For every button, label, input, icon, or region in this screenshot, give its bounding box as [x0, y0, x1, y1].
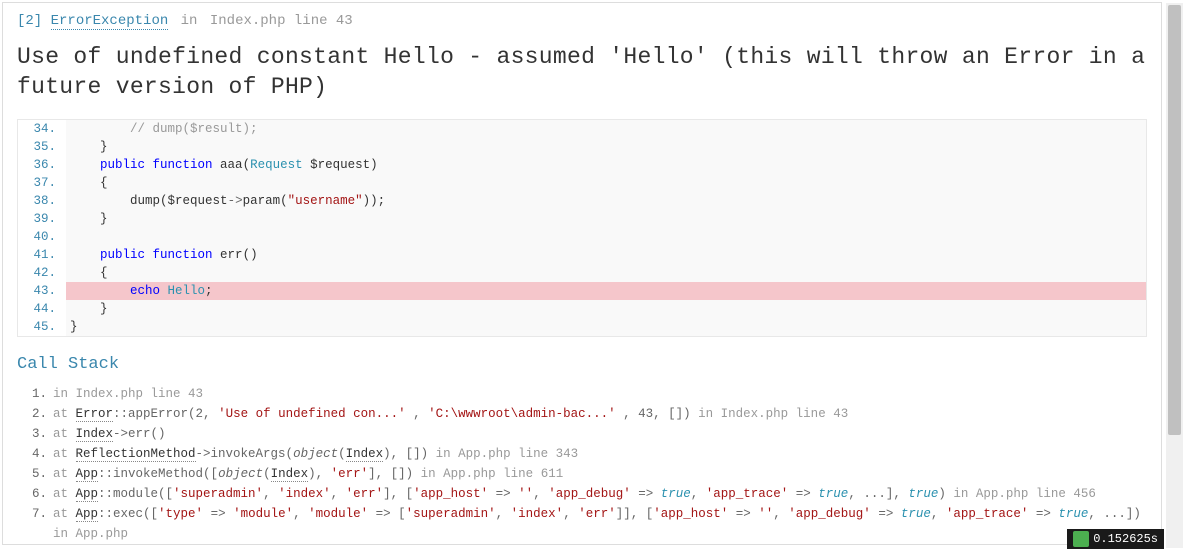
stack-number: 6. — [31, 484, 53, 504]
in-label: in — [181, 13, 198, 29]
scrollbar-thumb[interactable] — [1168, 5, 1181, 435]
stack-body: line 139 — [53, 544, 1147, 545]
line-number: 39. — [18, 210, 66, 228]
line-number: 40. — [18, 228, 66, 246]
leaf-icon — [1073, 531, 1089, 547]
exception-link[interactable]: ErrorException — [51, 13, 169, 30]
class-link[interactable]: App — [76, 487, 99, 502]
stack-body: at App::module(['superadmin', 'index', '… — [53, 484, 1147, 504]
stack-item: 1.in Index.php line 43 — [31, 384, 1147, 404]
line-number: 42. — [18, 264, 66, 282]
stack-item: line 139 — [31, 544, 1147, 545]
code-line: 43. echo Hello; — [18, 282, 1146, 300]
stack-item: 6.at App::module(['superadmin', 'index',… — [31, 484, 1147, 504]
stack-body: at Error::appError(2, 'Use of undefined … — [53, 404, 1147, 424]
code-line: 37. { — [18, 174, 1146, 192]
stack-item: 7.at App::exec(['type' => 'module', 'mod… — [31, 504, 1147, 544]
stack-number: 5. — [31, 464, 53, 484]
code-content: public function aaa(Request $request) — [66, 156, 1146, 174]
scrollbar-vertical[interactable] — [1166, 3, 1183, 548]
stack-number: 1. — [31, 384, 53, 404]
code-line: 35. } — [18, 138, 1146, 156]
line-number: 43. — [18, 282, 66, 300]
class-link[interactable]: App — [76, 507, 99, 522]
code-content — [66, 228, 1146, 246]
code-line: 34. // dump($result); — [18, 120, 1146, 138]
error-header: [2] ErrorException in Index.php line 43 — [3, 3, 1161, 35]
line-number: 34. — [18, 120, 66, 138]
class-link[interactable]: Index — [346, 447, 384, 462]
code-line: 36. public function aaa(Request $request… — [18, 156, 1146, 174]
code-content: dump($request->param("username")); — [66, 192, 1146, 210]
code-content: } — [66, 300, 1146, 318]
stack-body: at Index->err() — [53, 424, 1147, 444]
stack-body: at App::invokeMethod([object(Index), 'er… — [53, 464, 1147, 484]
line-number: 37. — [18, 174, 66, 192]
code-content: } — [66, 138, 1146, 156]
code-line: 44. } — [18, 300, 1146, 318]
debug-timer-badge[interactable]: 0.152625s — [1067, 529, 1164, 549]
code-content: // dump($result); — [66, 120, 1146, 138]
timer-value: 0.152625s — [1093, 532, 1158, 546]
stack-item: 5.at App::invokeMethod([object(Index), '… — [31, 464, 1147, 484]
line-number: 36. — [18, 156, 66, 174]
call-stack-title: Call Stack — [3, 351, 1161, 384]
class-link[interactable]: Index — [76, 427, 114, 442]
error-page: [2] ErrorException in Index.php line 43 … — [2, 2, 1162, 545]
code-line: 40. — [18, 228, 1146, 246]
line-number: 45. — [18, 318, 66, 336]
class-link[interactable]: Index — [271, 467, 309, 482]
class-link[interactable]: Error — [76, 407, 114, 422]
error-file: Index.php line 43 — [210, 13, 353, 29]
code-content: public function err() — [66, 246, 1146, 264]
stack-item: 3.at Index->err() — [31, 424, 1147, 444]
code-line: 45.} — [18, 318, 1146, 336]
code-block: 34. // dump($result);35. }36. public fun… — [17, 119, 1147, 337]
call-stack: 1.in Index.php line 432.at Error::appErr… — [3, 384, 1161, 545]
class-link[interactable]: ReflectionMethod — [76, 447, 196, 462]
stack-item: 2.at Error::appError(2, 'Use of undefine… — [31, 404, 1147, 424]
code-content: } — [66, 210, 1146, 228]
error-code: [2] — [17, 13, 42, 29]
stack-body: at App::exec(['type' => 'module', 'modul… — [53, 504, 1147, 544]
stack-number: 3. — [31, 424, 53, 444]
code-content: echo Hello; — [66, 282, 1146, 300]
line-number: 38. — [18, 192, 66, 210]
class-link[interactable]: App — [76, 467, 99, 482]
code-line: 41. public function err() — [18, 246, 1146, 264]
line-number: 41. — [18, 246, 66, 264]
stack-body: at ReflectionMethod->invokeArgs(object(I… — [53, 444, 1147, 464]
code-line: 38. dump($request->param("username")); — [18, 192, 1146, 210]
stack-number: 7. — [31, 504, 53, 544]
line-number: 44. — [18, 300, 66, 318]
code-content: } — [66, 318, 1146, 336]
code-content: { — [66, 174, 1146, 192]
code-content: { — [66, 264, 1146, 282]
stack-number: 2. — [31, 404, 53, 424]
code-line: 42. { — [18, 264, 1146, 282]
code-line: 39. } — [18, 210, 1146, 228]
stack-number — [31, 544, 53, 545]
stack-number: 4. — [31, 444, 53, 464]
stack-body: in Index.php line 43 — [53, 384, 1147, 404]
stack-item: 4.at ReflectionMethod->invokeArgs(object… — [31, 444, 1147, 464]
line-number: 35. — [18, 138, 66, 156]
error-message: Use of undefined constant Hello - assume… — [3, 35, 1161, 119]
